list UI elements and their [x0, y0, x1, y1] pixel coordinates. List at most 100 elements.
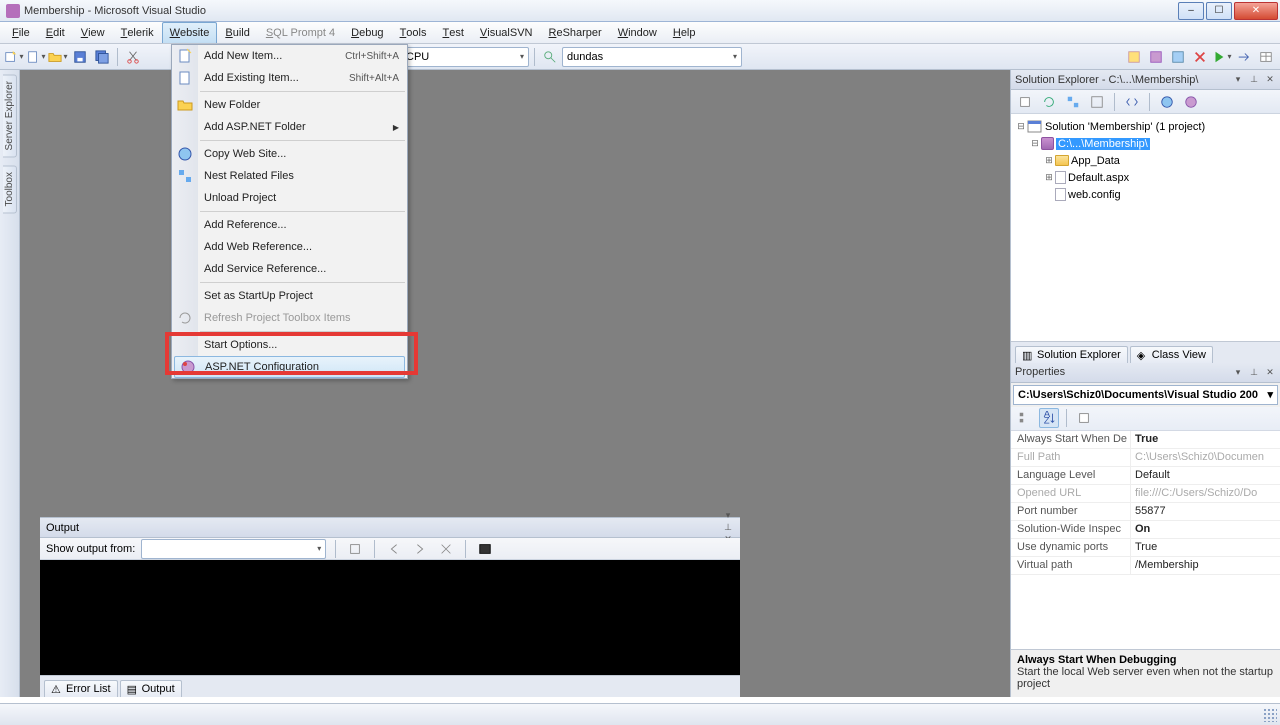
tree-item-default[interactable]: ⊞ Default.aspx	[1015, 169, 1276, 186]
save-all-button[interactable]	[92, 47, 112, 67]
menu-telerik[interactable]: Telerik	[113, 22, 162, 43]
prop-value[interactable]: True	[1131, 539, 1280, 556]
tree-item-webconfig[interactable]: web.config	[1015, 186, 1276, 203]
menu-website[interactable]: Website	[162, 22, 218, 43]
menu-resharper[interactable]: ReSharper	[541, 22, 610, 43]
output-tab[interactable]: ▤Output	[120, 680, 182, 697]
se-copy-website-icon[interactable]	[1157, 92, 1177, 112]
prop-value[interactable]: On	[1131, 521, 1280, 538]
tool-cross-icon[interactable]	[1190, 47, 1210, 67]
output-wrap-icon[interactable]	[475, 539, 495, 559]
menu-sql-prompt-4[interactable]: SQL Prompt 4	[258, 22, 343, 43]
maximize-button[interactable]: ☐	[1206, 2, 1232, 20]
menu-edit[interactable]: Edit	[38, 22, 73, 43]
se-dropdown-icon[interactable]: ▾	[1232, 74, 1244, 86]
prop-categorized-icon[interactable]	[1015, 408, 1035, 428]
menu-item-asp-net-configuration[interactable]: ASP.NET Configuration	[174, 356, 405, 378]
prop-value[interactable]: 55877	[1131, 503, 1280, 520]
menu-item-set-as-startup-project[interactable]: Set as StartUp Project	[172, 285, 407, 307]
properties-target-combo[interactable]: C:\Users\Schiz0\Documents\Visual Studio …	[1013, 385, 1278, 405]
prop-alphabetical-icon[interactable]: AZ	[1039, 408, 1059, 428]
server-explorer-tab[interactable]: Server Explorer	[3, 74, 17, 157]
save-button[interactable]	[70, 47, 90, 67]
menu-build[interactable]: Build	[217, 22, 257, 43]
prop-row[interactable]: Solution-Wide InspecOn	[1011, 521, 1280, 539]
se-nest-icon[interactable]	[1063, 92, 1083, 112]
project-node[interactable]: ⊟ C:\...\Membership\	[1015, 135, 1276, 152]
output-goto-icon[interactable]	[345, 539, 365, 559]
menu-item-add-service-reference[interactable]: Add Service Reference...	[172, 258, 407, 280]
prop-row[interactable]: Language LevelDefault	[1011, 467, 1280, 485]
menu-item-new-folder[interactable]: New Folder	[172, 94, 407, 116]
tool-table-icon[interactable]	[1256, 47, 1276, 67]
find-combo[interactable]: dundas▾	[562, 47, 742, 67]
se-properties-icon[interactable]	[1015, 92, 1035, 112]
output-pin-icon[interactable]: ⊥	[722, 522, 734, 534]
solution-explorer-tab[interactable]: ▥Solution Explorer	[1015, 346, 1128, 363]
new-project-button[interactable]: ▾	[4, 47, 24, 67]
menu-item-add-web-reference[interactable]: Add Web Reference...	[172, 236, 407, 258]
menu-item-unload-project[interactable]: Unload Project	[172, 187, 407, 209]
menu-visualsvn[interactable]: VisualSVN	[472, 22, 541, 43]
se-aspnet-config-icon[interactable]	[1181, 92, 1201, 112]
output-source-combo[interactable]: ▾	[141, 539, 326, 559]
se-close-icon[interactable]: ✕	[1264, 74, 1276, 86]
prop-value[interactable]: file:///C:/Users/Schiz0/Do	[1131, 485, 1280, 502]
add-item-button[interactable]: ▾	[26, 47, 46, 67]
expander-icon[interactable]: ⊟	[1015, 121, 1027, 132]
properties-grid[interactable]: Always Start When DeTrueFull PathC:\User…	[1011, 431, 1280, 650]
resize-grip-icon[interactable]	[1263, 708, 1277, 722]
prop-value[interactable]: C:\Users\Schiz0\Documen	[1131, 449, 1280, 466]
prop-row[interactable]: Opened URLfile:///C:/Users/Schiz0/Do	[1011, 485, 1280, 503]
tool-2-icon[interactable]	[1146, 47, 1166, 67]
menu-item-add-new-item[interactable]: Add New Item...Ctrl+Shift+A	[172, 45, 407, 67]
output-dropdown-icon[interactable]: ▾	[722, 510, 734, 522]
menu-item-copy-web-site[interactable]: Copy Web Site...	[172, 143, 407, 165]
se-refresh-icon[interactable]	[1039, 92, 1059, 112]
solution-node[interactable]: ⊟ Solution 'Membership' (1 project)	[1015, 118, 1276, 135]
expander-icon[interactable]: ⊞	[1043, 155, 1055, 166]
menu-help[interactable]: Help	[665, 22, 704, 43]
prop-value[interactable]: Default	[1131, 467, 1280, 484]
find-icon[interactable]	[540, 47, 560, 67]
menu-item-add-reference[interactable]: Add Reference...	[172, 214, 407, 236]
minimize-button[interactable]: –	[1178, 2, 1204, 20]
close-button[interactable]: ✕	[1234, 2, 1278, 20]
menu-debug[interactable]: Debug	[343, 22, 391, 43]
menu-item-start-options[interactable]: Start Options...	[172, 334, 407, 356]
prop-value[interactable]: True	[1131, 431, 1280, 448]
menu-tools[interactable]: Tools	[392, 22, 435, 43]
prop-pin-icon[interactable]: ⊥	[1248, 366, 1260, 378]
tool-1-icon[interactable]	[1124, 47, 1144, 67]
prop-dropdown-icon[interactable]: ▾	[1232, 366, 1244, 378]
expander-icon[interactable]: ⊞	[1043, 172, 1055, 183]
cut-button[interactable]	[123, 47, 143, 67]
menu-item-nest-related-files[interactable]: Nest Related Files	[172, 165, 407, 187]
se-pin-icon[interactable]: ⊥	[1248, 74, 1260, 86]
menu-file[interactable]: File	[4, 22, 38, 43]
tool-arrow-icon[interactable]	[1234, 47, 1254, 67]
prop-close-icon[interactable]: ✕	[1264, 366, 1276, 378]
tool-3-icon[interactable]	[1168, 47, 1188, 67]
class-view-tab[interactable]: ◈Class View	[1130, 346, 1213, 363]
menu-test[interactable]: Test	[434, 22, 471, 43]
run-button[interactable]: ▾	[1212, 47, 1232, 67]
se-showall-icon[interactable]	[1087, 92, 1107, 112]
menu-window[interactable]: Window	[610, 22, 665, 43]
prop-row[interactable]: Always Start When DeTrue	[1011, 431, 1280, 449]
prop-pages-icon[interactable]	[1074, 408, 1094, 428]
tree-item-appdata[interactable]: ⊞ App_Data	[1015, 152, 1276, 169]
open-button[interactable]: ▾	[48, 47, 68, 67]
se-view-code-icon[interactable]	[1122, 92, 1142, 112]
output-clear-icon[interactable]	[436, 539, 456, 559]
solution-tree[interactable]: ⊟ Solution 'Membership' (1 project) ⊟ C:…	[1011, 114, 1280, 341]
menu-item-add-existing-item[interactable]: Add Existing Item...Shift+Alt+A	[172, 67, 407, 89]
output-prev-icon[interactable]	[384, 539, 404, 559]
prop-row[interactable]: Full PathC:\Users\Schiz0\Documen	[1011, 449, 1280, 467]
toolbox-tab[interactable]: Toolbox	[3, 165, 17, 213]
error-list-tab[interactable]: ⚠Error List	[44, 680, 118, 697]
output-next-icon[interactable]	[410, 539, 430, 559]
output-body[interactable]	[40, 560, 740, 675]
expander-icon[interactable]: ⊟	[1029, 138, 1041, 149]
prop-value[interactable]: /Membership	[1131, 557, 1280, 574]
